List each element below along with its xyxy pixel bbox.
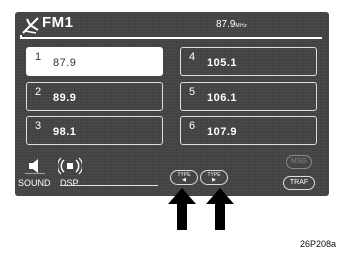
preset-button-3[interactable]: 3 98.1 (26, 116, 163, 145)
arrow-left-icon: ◀ (182, 177, 186, 183)
preset-button-5[interactable]: 5 106.1 (180, 82, 317, 111)
preset-frequency: 107.9 (207, 126, 238, 138)
preset-number: 6 (189, 120, 196, 132)
control-divider (60, 185, 158, 186)
preset-number: 2 (35, 86, 42, 98)
preset-button-1[interactable]: 1 87.9 (26, 47, 163, 76)
frequency-readout: 87.9MHz (216, 19, 247, 30)
frequency-unit: MHz (235, 23, 248, 29)
msg-button[interactable]: MSG (286, 155, 312, 169)
preset-frequency: 98.1 (53, 126, 77, 138)
header-divider (20, 37, 322, 39)
preset-button-6[interactable]: 6 107.9 (180, 116, 317, 145)
header-divider-tick (20, 35, 22, 39)
preset-number: 5 (189, 86, 196, 98)
preset-button-2[interactable]: 2 89.9 (26, 82, 163, 111)
dsp-label: DSP (60, 178, 79, 188)
pointer-arrow-left (168, 188, 196, 230)
preset-number: 1 (35, 51, 42, 63)
frequency-value: 87.9 (216, 19, 236, 30)
type-next-button[interactable]: TYPE ▶ (200, 170, 228, 185)
figure-code: 26P208a (299, 239, 336, 249)
type-previous-button[interactable]: TYPE ◀ (170, 170, 198, 185)
preset-frequency: 89.9 (53, 92, 77, 104)
dsp-icon[interactable] (58, 156, 82, 176)
sound-label: SOUND (18, 178, 51, 188)
preset-frequency: 106.1 (207, 92, 238, 104)
preset-number: 3 (35, 120, 42, 132)
antenna-icon (22, 17, 39, 34)
traf-button[interactable]: TRAF (283, 176, 315, 190)
sound-icon[interactable] (25, 158, 45, 174)
preset-frequency: 105.1 (207, 57, 238, 69)
preset-button-4[interactable]: 4 105.1 (180, 47, 317, 76)
band-label: FM1 (42, 14, 74, 31)
preset-number: 4 (189, 51, 196, 63)
pointer-arrow-right (206, 188, 234, 230)
preset-frequency: 87.9 (53, 57, 77, 69)
arrow-right-icon: ▶ (212, 177, 216, 183)
